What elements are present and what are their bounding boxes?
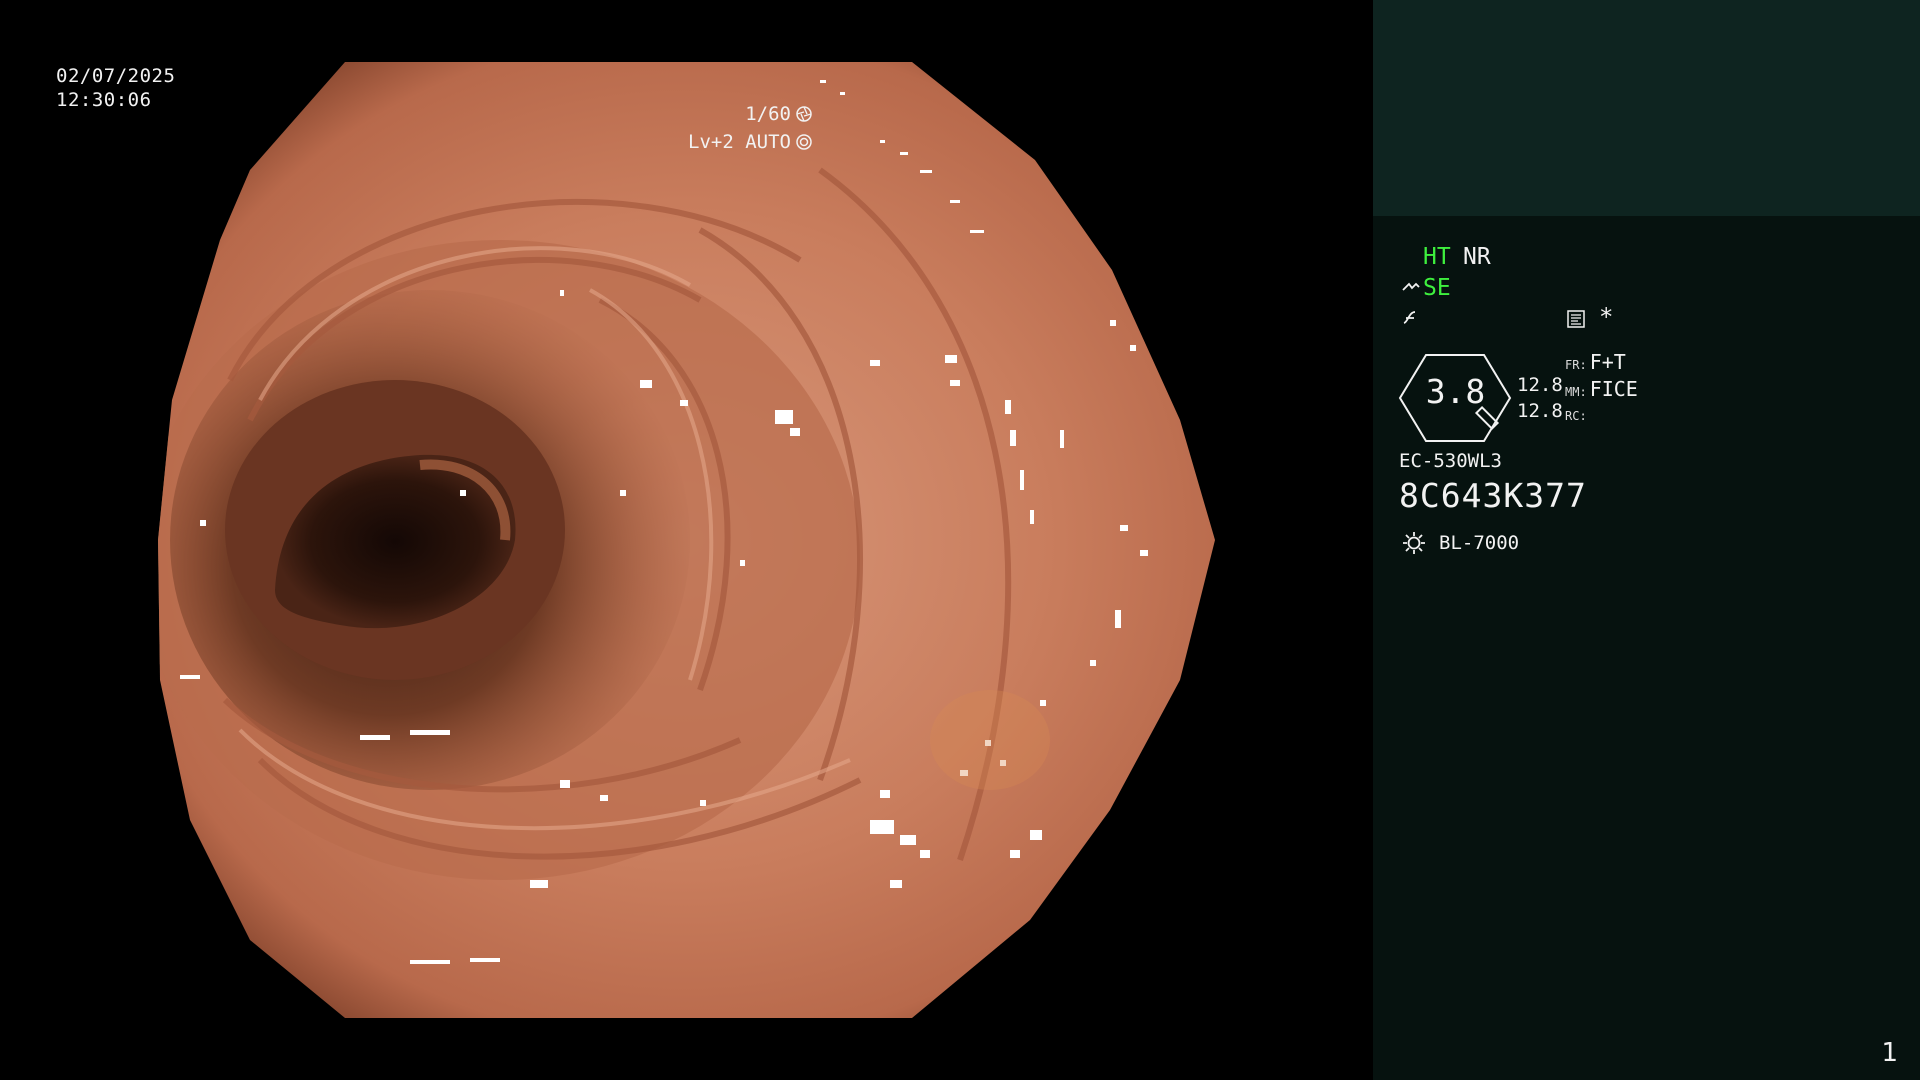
endoscope-view: 02/07/2025 12:30:06 1/60 Lv+2 AUTO	[0, 0, 1373, 1080]
aperture-icon	[796, 106, 812, 122]
structure-enhancement-icon	[1402, 282, 1420, 291]
measurement-value-2: 12.8	[1517, 400, 1563, 422]
iris-icon	[796, 134, 812, 150]
mm-label: MM:	[1565, 385, 1587, 399]
zoom-value: 3.8	[1425, 372, 1486, 411]
shutter-speed-text: 1/60	[745, 103, 791, 125]
color-mode-icon	[1403, 311, 1416, 324]
date-time-readout: 02/07/2025 12:30:06	[56, 64, 175, 112]
exposure-readout: 1/60 Lv+2 AUTO	[688, 100, 813, 156]
document-icon	[1567, 310, 1585, 328]
status-panel: HT NR SE * 3.8 12.8 12.8 FR: F+T MM: FIC…	[1373, 0, 1920, 1080]
light-source-model: BL-7000	[1439, 532, 1520, 554]
rc-label: RC:	[1565, 409, 1587, 423]
mm-value: FICE	[1589, 377, 1638, 401]
asterisk-indicator: *	[1599, 303, 1614, 331]
time-text: 12:30:06	[56, 89, 152, 111]
se-indicator: SE	[1423, 275, 1451, 301]
page-number: 1	[1881, 1038, 1898, 1068]
mode-settings: FR: F+T MM: FICE RC:	[1565, 350, 1638, 428]
scope-serial: 8C643K377	[1399, 476, 1587, 515]
light-source-icon	[1403, 532, 1425, 554]
measurement-values: 12.8 12.8	[1517, 372, 1563, 424]
brightness-level-text: Lv+2 AUTO	[688, 131, 791, 153]
nr-indicator: NR	[1463, 244, 1491, 270]
fr-value: F+T	[1589, 350, 1626, 374]
endoscopic-image	[158, 62, 1215, 1018]
fr-label: FR:	[1565, 358, 1587, 372]
ht-indicator: HT	[1423, 244, 1451, 270]
date-text: 02/07/2025	[56, 65, 176, 87]
measurement-value-1: 12.8	[1517, 374, 1563, 396]
status-panel-header	[1373, 0, 1920, 216]
scope-model: EC-530WL3	[1399, 450, 1502, 472]
